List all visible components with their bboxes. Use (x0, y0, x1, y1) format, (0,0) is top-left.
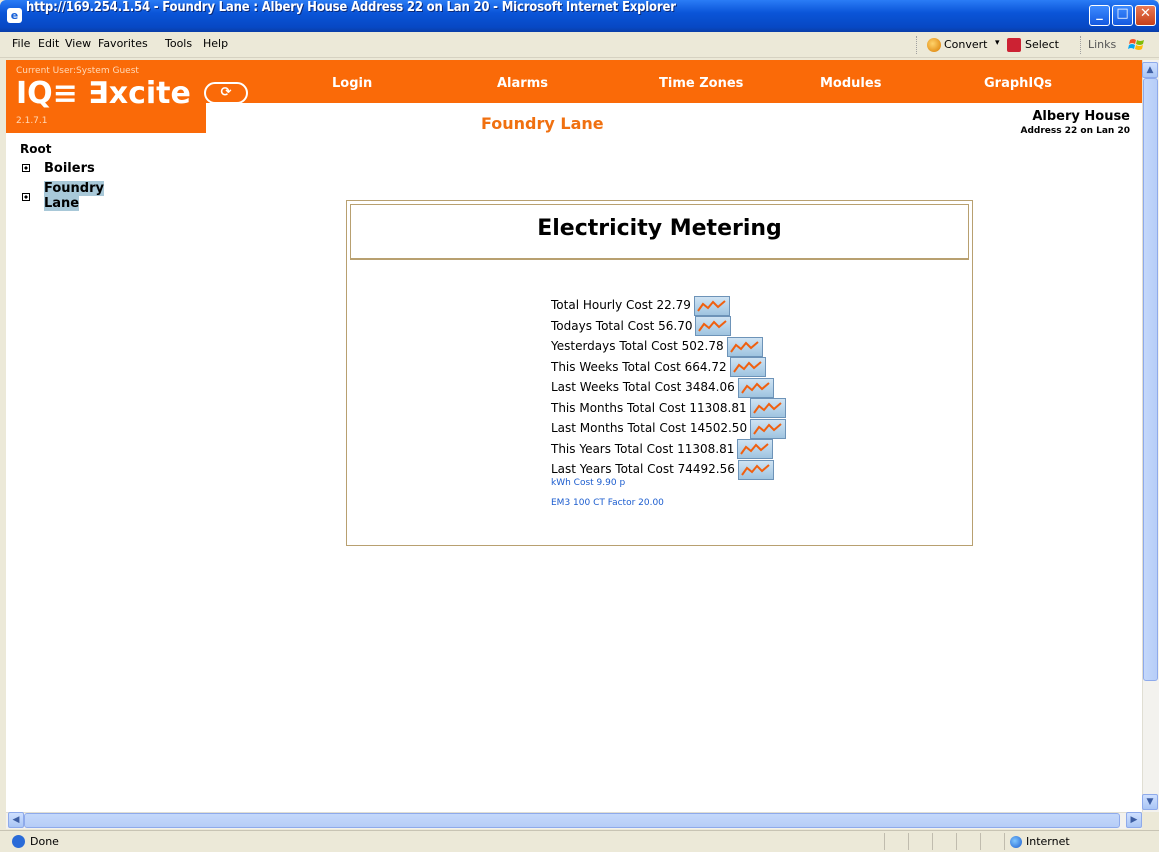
scroll-right-button[interactable]: ▶ (1126, 812, 1142, 828)
select-button[interactable]: Select (1025, 38, 1059, 51)
tree-item-foundry-lane[interactable]: Foundry Lane (44, 181, 114, 211)
this-months-total-cost-row: This Months Total Cost 11308.81 (551, 398, 786, 418)
metering-value: Last Months Total Cost 14502.50 (551, 421, 748, 435)
links-button[interactable]: Links (1088, 38, 1116, 51)
metering-value: Total Hourly Cost 22.79 (551, 298, 691, 312)
metering-value: Todays Total Cost 56.70 (551, 318, 693, 333)
kwh-cost-link[interactable]: kWh Cost 9.90 p (551, 478, 625, 488)
this-years-total-cost-row: This Years Total Cost 11308.81 (551, 439, 774, 459)
status-separator (908, 833, 909, 850)
this-weeks-total-cost-row: This Weeks Total Cost 664.72 (551, 357, 766, 377)
status-separator (956, 833, 957, 850)
graph-icon[interactable] (729, 357, 766, 377)
bullet-icon (22, 164, 30, 172)
metering-value: This Months Total Cost 11308.81 (551, 400, 747, 415)
scroll-down-button[interactable]: ▼ (1142, 794, 1158, 810)
version-label: 2.1.7.1 (16, 116, 48, 126)
convert-icon (927, 38, 941, 52)
ct-factor-link[interactable]: EM3 100 CT Factor 20.00 (551, 498, 664, 508)
menu-view[interactable]: View (65, 37, 91, 50)
menu-help[interactable]: Help (203, 37, 228, 50)
menu-edit[interactable]: Edit (38, 37, 59, 50)
status-separator (1004, 833, 1005, 850)
tree-item-label: Foundry Lane (44, 181, 104, 211)
menu-favorites[interactable]: Favorites (98, 37, 148, 50)
minimize-button[interactable]: _ (1089, 5, 1110, 26)
graph-icon[interactable] (737, 377, 774, 398)
status-separator (884, 833, 885, 850)
status-separator (932, 833, 933, 850)
nav-login[interactable]: Login (332, 76, 372, 91)
iqexcite-logo: IQ≡ ∃xcite (16, 76, 191, 111)
graph-icon[interactable] (750, 418, 787, 439)
page-title: Foundry Lane (481, 114, 604, 133)
toolbar-separator (1080, 36, 1082, 54)
yesterdays-total-cost-row: Yesterdays Total Cost 502.78 (551, 336, 763, 357)
nav-time-zones[interactable]: Time Zones (659, 76, 743, 91)
tree-root[interactable]: Root (20, 142, 51, 156)
graph-icon[interactable] (737, 439, 774, 459)
refresh-icon[interactable]: ⟳ (204, 82, 248, 104)
convert-dropdown-icon[interactable]: ▾ (995, 38, 1000, 48)
graph-icon[interactable] (749, 398, 786, 418)
graph-icon[interactable] (695, 316, 732, 336)
scroll-up-button[interactable]: ▲ (1142, 62, 1158, 78)
toolbar-separator (916, 36, 918, 54)
ie-page-icon (12, 835, 25, 848)
graph-icon[interactable] (693, 295, 730, 316)
ie-icon: e (7, 8, 22, 23)
maximize-button[interactable]: □ (1112, 5, 1133, 26)
todays-total-cost-row: Todays Total Cost 56.70 (551, 316, 732, 336)
graph-icon[interactable] (726, 336, 763, 357)
site-address: Address 22 on Lan 20 (1020, 126, 1131, 136)
close-button[interactable]: ✕ (1135, 5, 1156, 26)
last-weeks-total-cost-row: Last Weeks Total Cost 3484.06 (551, 377, 774, 398)
convert-button[interactable]: Convert (944, 38, 988, 51)
nav-graphiqs[interactable]: GraphIQs (984, 76, 1052, 91)
last-months-total-cost-row: Last Months Total Cost 14502.50 (551, 418, 787, 439)
metering-value: Last Weeks Total Cost 3484.06 (551, 380, 735, 394)
status-separator (980, 833, 981, 850)
metering-value: This Years Total Cost 11308.81 (551, 441, 735, 456)
metering-value: This Weeks Total Cost 664.72 (551, 359, 727, 374)
select-icon (1007, 38, 1021, 52)
total-hourly-cost-row: Total Hourly Cost 22.79 (551, 295, 730, 316)
status-text: Done (30, 835, 59, 848)
windows-logo-icon (1128, 39, 1144, 50)
vertical-scroll-thumb[interactable] (1143, 78, 1158, 681)
last-years-total-cost-row: Last Years Total Cost 74492.56 (551, 459, 774, 480)
menu-tools[interactable]: Tools (165, 37, 192, 50)
nav-modules[interactable]: Modules (820, 76, 881, 91)
menu-file[interactable]: File (12, 37, 30, 50)
bullet-icon (22, 193, 30, 201)
graph-icon[interactable] (737, 459, 774, 480)
current-user: Current User:System Guest (16, 66, 139, 76)
tree-item-boilers[interactable]: Boilers (44, 161, 95, 176)
metering-value: Yesterdays Total Cost 502.78 (551, 339, 724, 353)
horizontal-scroll-thumb[interactable] (24, 813, 1120, 828)
scroll-left-button[interactable]: ◀ (8, 812, 24, 828)
internet-zone-icon (1010, 836, 1022, 848)
zone-label: Internet (1026, 835, 1070, 848)
status-bar (0, 830, 1159, 852)
panel-title: Electricity Metering (537, 216, 782, 241)
nav-alarms[interactable]: Alarms (497, 76, 548, 91)
metering-value: Last Years Total Cost 74492.56 (551, 462, 735, 476)
site-name: Albery House (1032, 109, 1130, 124)
window-title: http://169.254.1.54 - Foundry Lane : Alb… (26, 0, 676, 15)
